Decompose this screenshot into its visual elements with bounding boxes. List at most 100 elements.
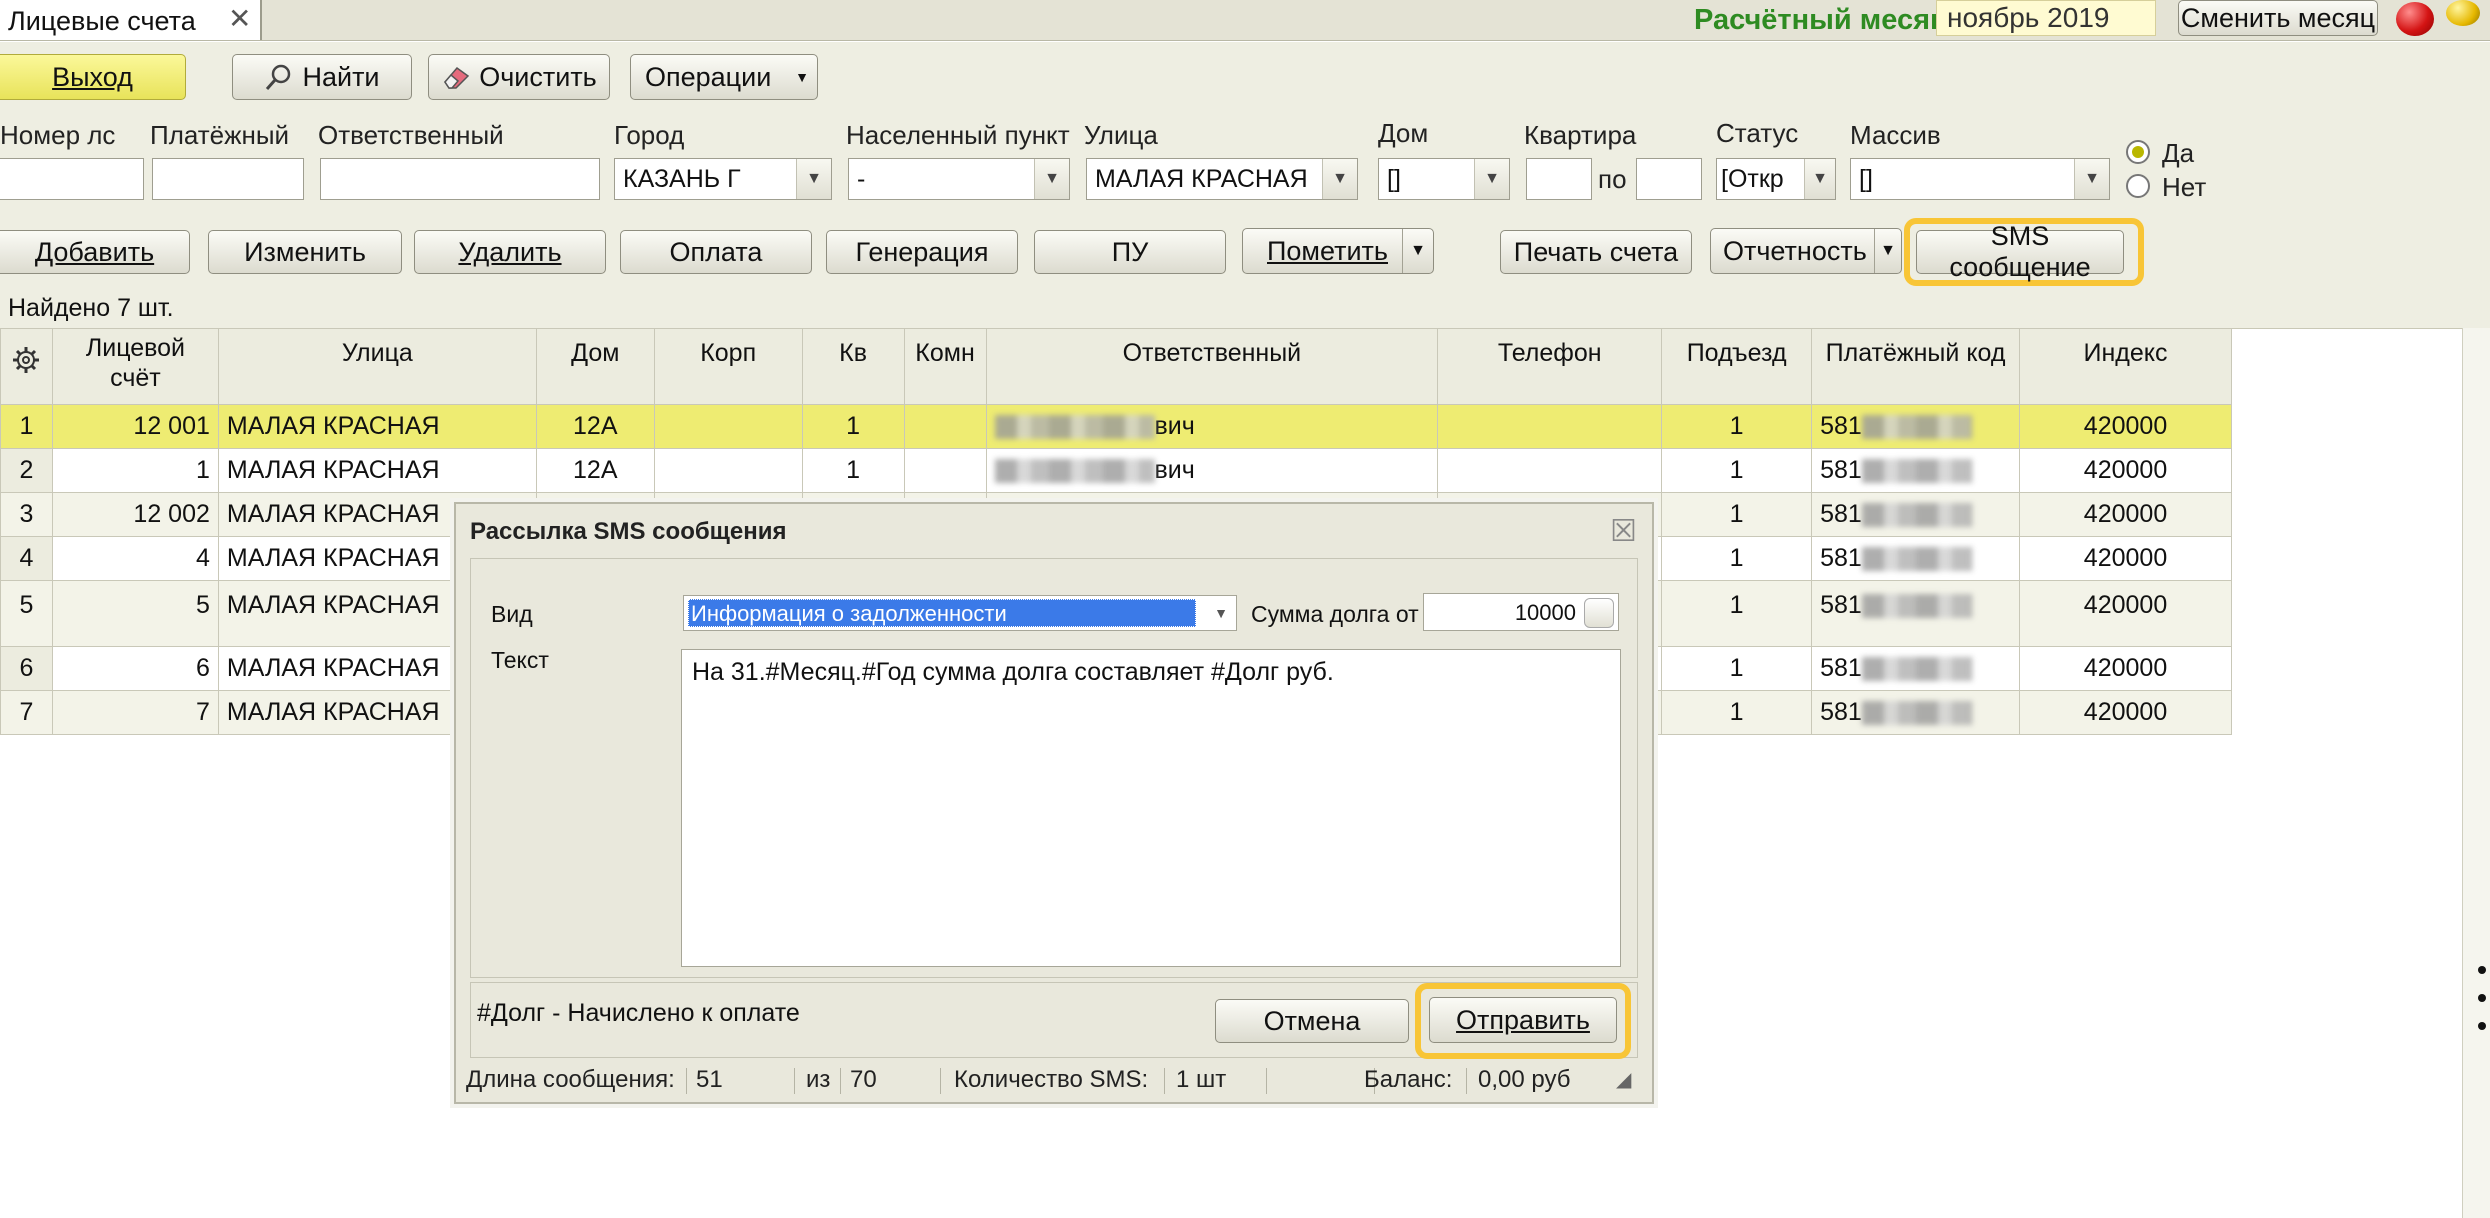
col-header-account[interactable]: Лицевой счёт	[51, 328, 219, 405]
message-textarea[interactable]: На 31.#Месяц.#Год сумма долга составляет…	[681, 649, 1621, 967]
cell-responsible[interactable]: вич	[985, 404, 1439, 449]
cell-entrance[interactable]: 1	[1661, 690, 1813, 735]
col-header-index[interactable]: Индекс	[2019, 328, 2232, 405]
cell-payment-code[interactable]: 581	[1811, 536, 2021, 581]
col-header-komn[interactable]: Комн	[903, 328, 987, 405]
cell-entrance[interactable]: 1	[1661, 580, 1813, 647]
cell-street[interactable]: МАЛАЯ КРАСНАЯ	[217, 448, 537, 493]
table-row[interactable]: 2 1 МАЛАЯ КРАСНАЯ 12А 1 вич 1 581 420000	[0, 448, 2232, 493]
resize-grip-icon[interactable]: ◢	[1616, 1062, 1631, 1098]
cell-account[interactable]: 5	[51, 580, 219, 647]
cell-account[interactable]: 12 002	[51, 492, 219, 537]
cell-street[interactable]: МАЛАЯ КРАСНАЯ	[217, 404, 537, 449]
cell-account[interactable]: 4	[51, 536, 219, 581]
close-icon[interactable]: ✕	[228, 2, 251, 35]
col-header-korp[interactable]: Корп	[653, 328, 803, 405]
cell-index[interactable]: 420000	[2019, 646, 2232, 691]
close-icon[interactable]: ☒	[1610, 514, 1637, 549]
cell-payment-code[interactable]: 581	[1811, 492, 2021, 537]
cell-account[interactable]: 7	[51, 690, 219, 735]
chevron-down-icon[interactable]: ▼	[1874, 229, 1901, 273]
pu-button[interactable]: ПУ	[1034, 230, 1226, 274]
col-header-entrance[interactable]: Подъезд	[1661, 328, 1813, 405]
generation-button[interactable]: Генерация	[826, 230, 1018, 274]
cell-house[interactable]: 12А	[535, 448, 655, 493]
radio-no[interactable]	[2126, 174, 2150, 198]
mark-dropdown-button[interactable]: Пометить ▼	[1242, 228, 1434, 274]
cell-entrance[interactable]: 1	[1661, 536, 1813, 581]
table-row[interactable]: 1 12 001 МАЛАЯ КРАСНАЯ 12А 1 вич 1 581 420000	[0, 404, 2232, 449]
yellow-status-icon[interactable]	[2446, 0, 2480, 26]
cell-house[interactable]: 12А	[535, 404, 655, 449]
clear-button[interactable]: Очистить	[428, 54, 610, 100]
cell-payment-code[interactable]: 581	[1811, 690, 2021, 735]
cell-index[interactable]: 420000	[2019, 404, 2232, 449]
tab-accounts[interactable]: Лицевые счета ✕	[0, 0, 262, 40]
status-combo[interactable]: [Откр ▼	[1716, 158, 1836, 200]
spin-button[interactable]	[1584, 598, 1614, 628]
account-no-input[interactable]	[0, 158, 144, 200]
send-button[interactable]: Отправить	[1429, 997, 1617, 1043]
cell-entrance[interactable]: 1	[1661, 492, 1813, 537]
payment-button[interactable]: Оплата	[620, 230, 812, 274]
chevron-down-icon[interactable]: ▼	[1322, 159, 1357, 199]
change-month-button[interactable]: Сменить месяц	[2178, 0, 2378, 36]
cell-payment-code[interactable]: 581	[1811, 448, 2021, 493]
cancel-button[interactable]: Отмена	[1215, 999, 1409, 1043]
chevron-down-icon[interactable]: ▼	[1804, 159, 1835, 199]
red-status-icon[interactable]	[2396, 2, 2434, 36]
chevron-down-icon[interactable]: ▼	[1206, 596, 1236, 630]
vertical-scrollbar[interactable]	[2462, 328, 2490, 1218]
chevron-down-icon[interactable]: ▼	[1402, 229, 1433, 273]
cell-responsible[interactable]: вич	[985, 448, 1439, 493]
cell-kv[interactable]: 1	[801, 448, 905, 493]
reports-dropdown-button[interactable]: Отчетность ▼	[1710, 228, 1902, 274]
cell-entrance[interactable]: 1	[1661, 404, 1813, 449]
cell-phone[interactable]	[1437, 404, 1663, 449]
debt-amount-input[interactable]: 10000	[1423, 593, 1619, 631]
cell-kv[interactable]: 1	[801, 404, 905, 449]
array-combo[interactable]: [] ▼	[1850, 158, 2110, 200]
cell-payment-code[interactable]: 581	[1811, 580, 2021, 647]
street-combo[interactable]: МАЛАЯ КРАСНАЯ ▼	[1086, 158, 1358, 200]
cell-account[interactable]: 12 001	[51, 404, 219, 449]
chevron-down-icon[interactable]: ▼	[1034, 159, 1069, 199]
cell-index[interactable]: 420000	[2019, 690, 2232, 735]
cell-entrance[interactable]: 1	[1661, 448, 1813, 493]
cell-korp[interactable]	[653, 404, 803, 449]
cell-index[interactable]: 420000	[2019, 492, 2232, 537]
cell-payment-code[interactable]: 581	[1811, 646, 2021, 691]
print-invoice-button[interactable]: Печать счета	[1500, 230, 1692, 274]
exit-button[interactable]: Выход	[0, 54, 186, 100]
col-header-street[interactable]: Улица	[217, 328, 537, 405]
find-button[interactable]: Найти	[232, 54, 412, 100]
col-header-kv[interactable]: Кв	[801, 328, 905, 405]
cell-index[interactable]: 420000	[2019, 536, 2232, 581]
add-button[interactable]: Добавить	[0, 230, 190, 274]
col-header-house[interactable]: Дом	[535, 328, 655, 405]
settlement-combo[interactable]: - ▼	[848, 158, 1070, 200]
cell-korp[interactable]	[653, 448, 803, 493]
col-header-payment-code[interactable]: Платёжный код	[1811, 328, 2021, 405]
chevron-down-icon[interactable]: ▼	[1474, 159, 1509, 199]
operations-dropdown[interactable]: Операции ▼	[630, 54, 818, 100]
col-header-responsible[interactable]: Ответственный	[985, 328, 1439, 405]
cell-entrance[interactable]: 1	[1661, 646, 1813, 691]
type-combo[interactable]: Информация о задолженности ▼	[683, 595, 1237, 631]
house-combo[interactable]: [] ▼	[1378, 158, 1510, 200]
cell-index[interactable]: 420000	[2019, 448, 2232, 493]
cell-index[interactable]: 420000	[2019, 580, 2232, 647]
edit-button[interactable]: Изменить	[208, 230, 402, 274]
cell-payment-code[interactable]: 581	[1811, 404, 2021, 449]
gear-icon[interactable]	[11, 345, 41, 375]
cell-phone[interactable]	[1437, 448, 1663, 493]
responsible-input[interactable]	[320, 158, 600, 200]
grid-settings-header[interactable]	[0, 328, 53, 405]
delete-button[interactable]: Удалить	[414, 230, 606, 274]
cell-account[interactable]: 6	[51, 646, 219, 691]
cell-komn[interactable]	[903, 404, 987, 449]
cell-account[interactable]: 1	[51, 448, 219, 493]
apartment-to-input[interactable]	[1636, 158, 1702, 200]
sms-message-button[interactable]: SMS сообщение	[1916, 221, 2124, 282]
chevron-down-icon[interactable]: ▼	[796, 159, 831, 199]
